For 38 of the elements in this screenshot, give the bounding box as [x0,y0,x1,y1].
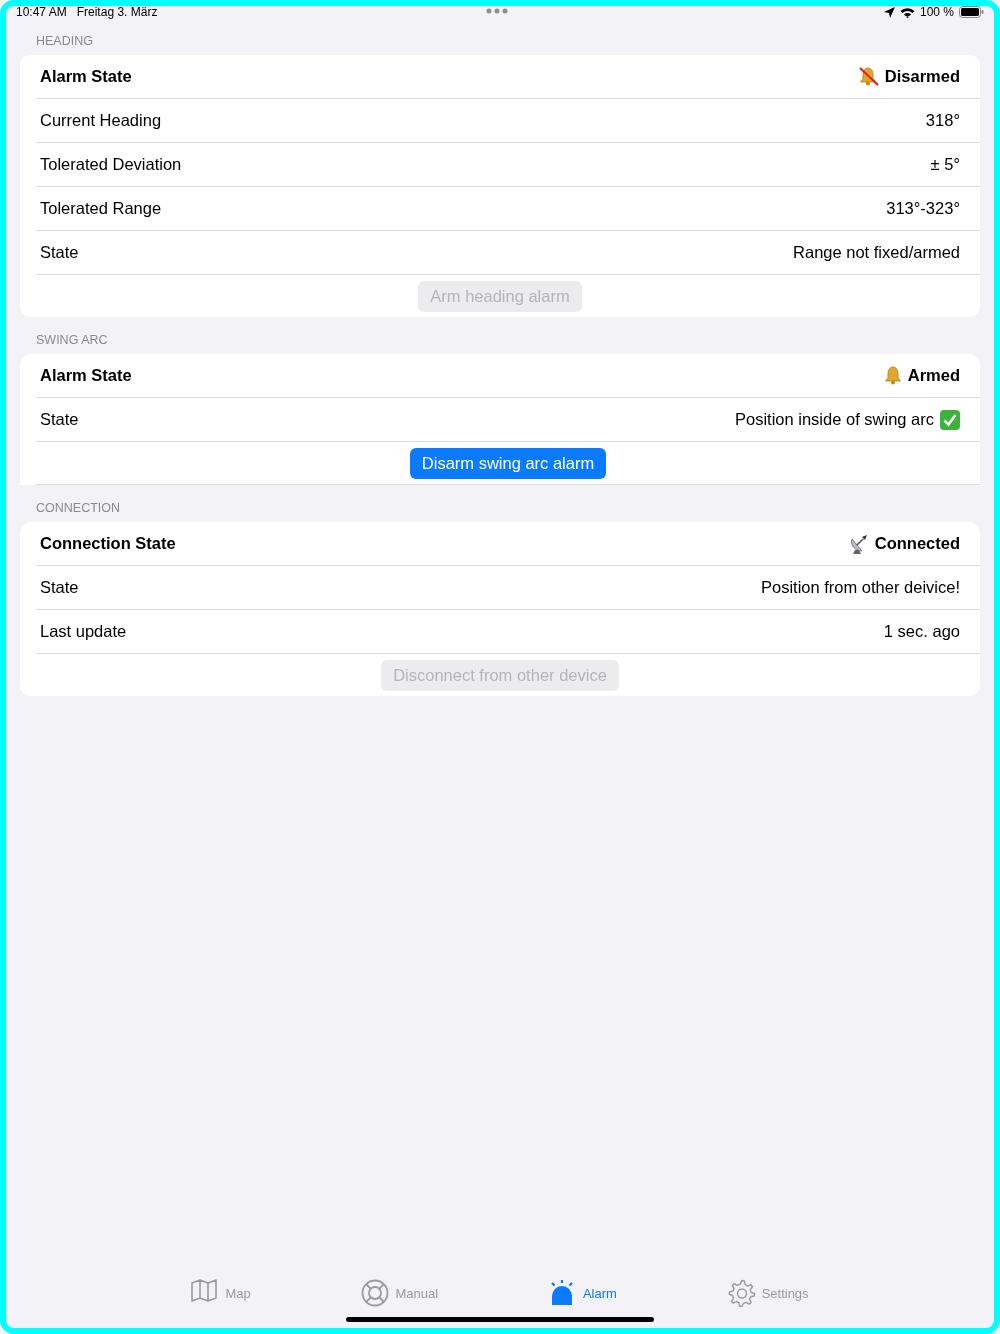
row-value: Disarmed [884,67,960,86]
row-label: Alarm State [40,67,132,86]
multitask-dots-icon [486,8,508,14]
row-label: State [40,410,79,429]
battery-icon [959,6,984,18]
section-header: CONNECTION [35,500,122,517]
section-header: SWING ARC [35,332,109,349]
row-value: Position inside of swing arc [735,410,934,429]
row-value: Armed [907,366,960,385]
gear-icon [727,1279,756,1307]
row-label: Alarm State [40,366,132,385]
status-date: Freitag 3. März [76,5,158,19]
row-value: ± 5° [930,155,960,174]
location-arrow-icon [883,6,895,18]
row-label: State [40,578,79,597]
wifi-icon [899,6,915,18]
tab-bar-item[interactable]: Alarm [548,1279,617,1307]
section-header: HEADING [35,33,94,50]
tab-bar-item[interactable]: Map [191,1279,251,1307]
row-label: Connection State [40,534,176,553]
status-time: 10:47 AM [16,5,67,19]
row-value: Connected [874,534,960,553]
tab-bar-item[interactable]: Settings [727,1279,809,1307]
row-label: Tolerated Range [40,199,162,218]
battery-percentage: 100 % [919,5,954,19]
row-value: 313°-323° [886,199,960,218]
row-label: Last update [40,622,127,641]
satellite-dish-icon [848,533,869,554]
row-value: Range not fixed/armed [793,243,960,262]
row-value: 318° [925,111,960,130]
row-label: Current Heading [40,111,162,130]
row-label: Tolerated Deviation [40,155,182,174]
tab-bar-item[interactable]: Manual [361,1279,439,1307]
row-value: Position from other deivice! [761,578,960,597]
action-button[interactable]: Disarm swing arc alarm [409,447,607,479]
lifebuoy-icon [361,1279,390,1307]
row-label: State [40,243,79,262]
row-value: 1 sec. ago [883,622,960,641]
